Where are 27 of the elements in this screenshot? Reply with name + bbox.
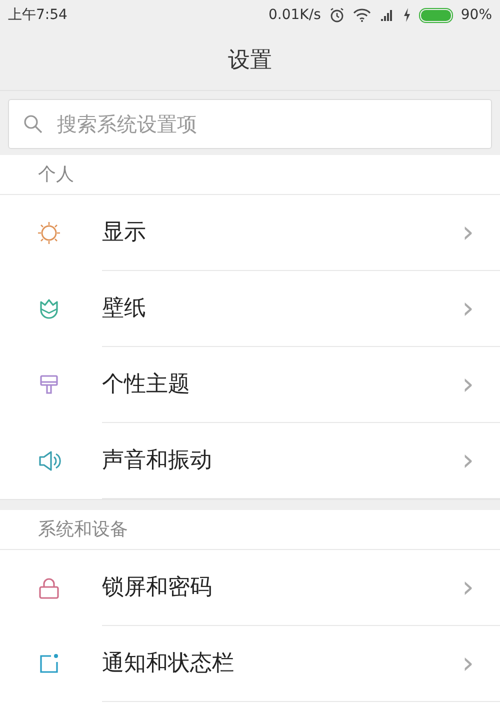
status-time: 上午7:54 bbox=[8, 6, 68, 24]
display-brightness-icon bbox=[36, 220, 62, 246]
page-title: 设置 bbox=[228, 46, 272, 74]
charging-icon bbox=[402, 8, 411, 22]
network-speed: 0.01K/s bbox=[268, 6, 321, 24]
chevron-icon: › bbox=[462, 446, 474, 476]
battery-icon bbox=[418, 8, 453, 22]
chevron-icon: › bbox=[462, 370, 474, 400]
section-header: 个人 bbox=[0, 155, 500, 195]
signal-icon bbox=[378, 7, 395, 23]
wifi-icon bbox=[352, 8, 371, 22]
settings-item[interactable]: 锁屏和密码 › bbox=[0, 550, 500, 626]
speaker-icon bbox=[36, 448, 62, 474]
settings-item[interactable]: 壁纸 › bbox=[0, 271, 500, 347]
search-icon bbox=[23, 114, 43, 134]
lock-icon bbox=[36, 575, 62, 601]
search-bar[interactable]: 搜索系统设置项 bbox=[8, 99, 492, 149]
chevron-icon: › bbox=[462, 648, 474, 678]
battery-percent: 90% bbox=[460, 6, 492, 24]
section-header: 系统和设备 bbox=[0, 510, 500, 550]
chevron-icon: › bbox=[462, 218, 474, 248]
chevron-icon: › bbox=[462, 572, 474, 602]
chevron-icon: › bbox=[462, 294, 474, 324]
settings-item[interactable]: 显示 › bbox=[0, 195, 500, 271]
settings-item[interactable]: 通知和状态栏 › bbox=[0, 626, 500, 702]
alarm-icon bbox=[328, 7, 345, 23]
settings-item[interactable]: 个性主题 › bbox=[0, 347, 500, 423]
